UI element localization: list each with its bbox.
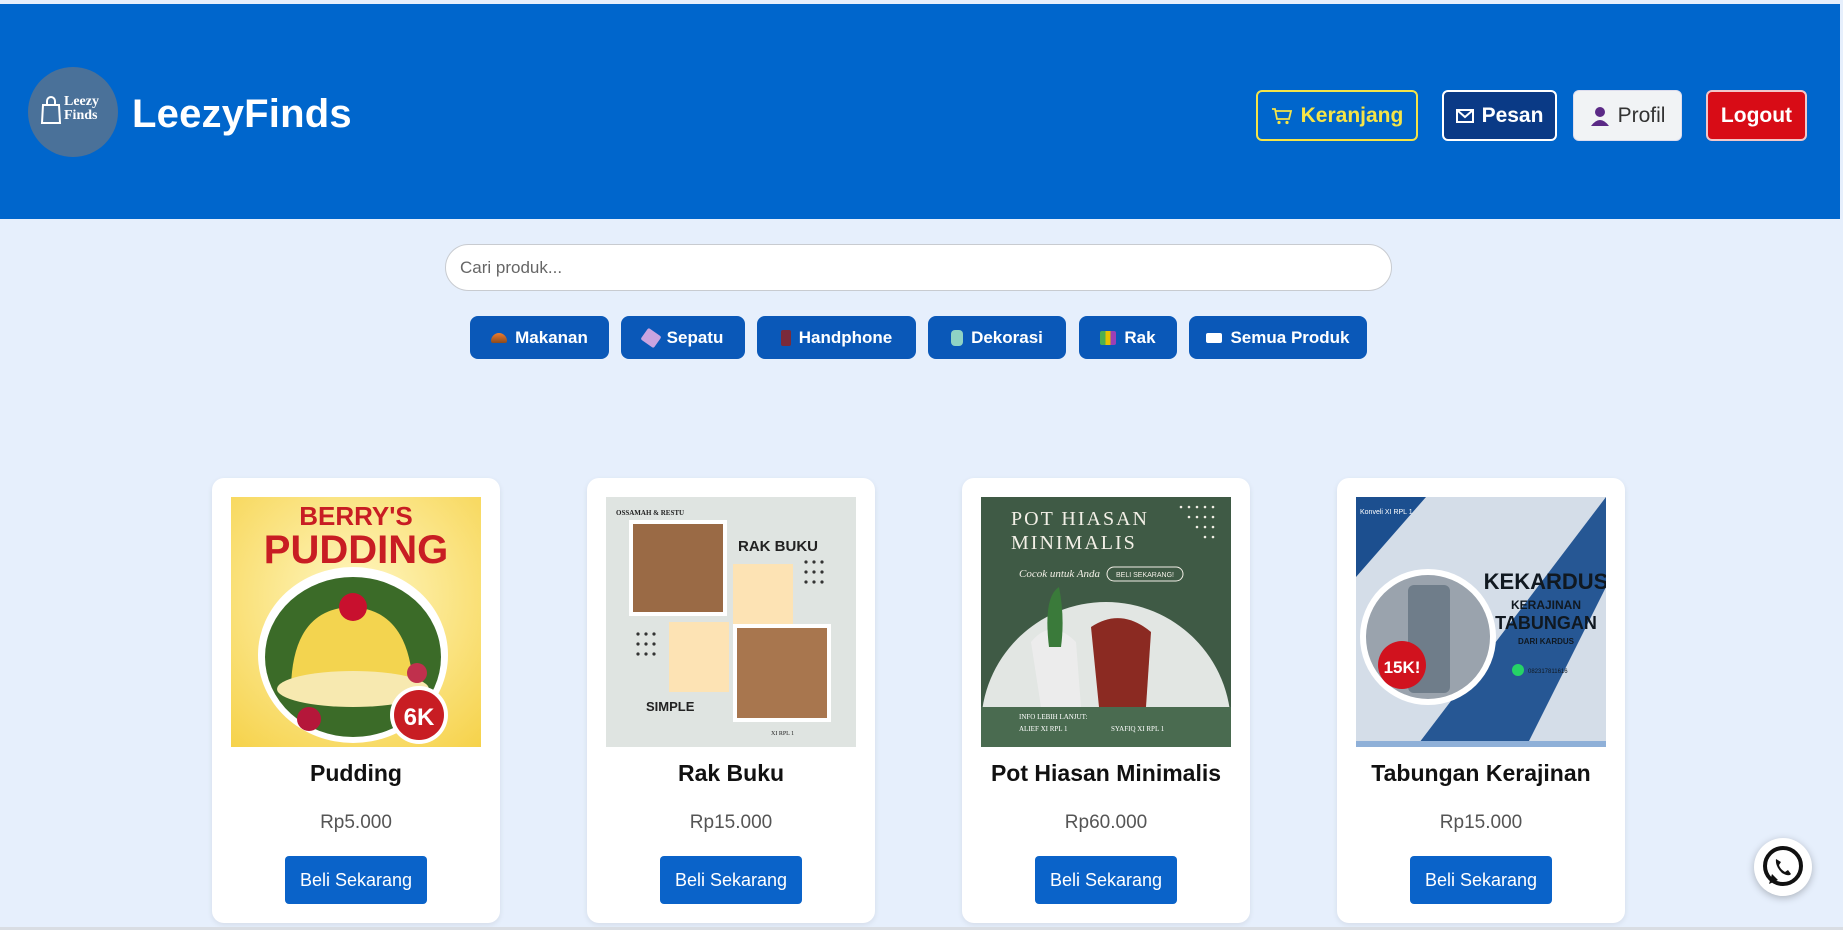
svg-text:Konveli XI RPL 1: Konveli XI RPL 1 — [1360, 509, 1413, 516]
food-icon — [491, 332, 508, 343]
svg-text:OSSAMAH & RESTU: OSSAMAH & RESTU — [616, 509, 684, 517]
envelope-icon — [1455, 108, 1474, 123]
bed-icon — [1206, 332, 1223, 343]
logo-text: Leezy Finds — [64, 94, 99, 123]
search-input[interactable] — [445, 244, 1392, 291]
product-price: Rp5.000 — [320, 812, 392, 833]
user-icon — [1590, 106, 1609, 126]
product-image[interactable]: BERRY'S PUDDING 6K — [231, 497, 481, 747]
category-makanan[interactable]: Makanan — [470, 316, 609, 359]
product-card[interactable]: POT HIASAN MINIMALIS Cocok untuk Anda BE… — [962, 478, 1250, 923]
category-rak[interactable]: Rak — [1079, 316, 1177, 359]
header-bar: Leezy Finds LeezyFinds Keranjang Pesan P… — [0, 4, 1840, 219]
svg-text:DARI KARDUS: DARI KARDUS — [1518, 637, 1575, 646]
product-card[interactable]: OSSAMAH & RESTU RAK BUKU SIMPLE XI RPL 1… — [587, 478, 875, 923]
category-label: Rak — [1124, 327, 1156, 347]
product-card[interactable]: Konveli XI RPL 1 KEKARDUS KERAJINAN TABU… — [1337, 478, 1625, 923]
svg-text:15K!: 15K! — [1384, 658, 1421, 677]
whatsapp-button[interactable] — [1754, 838, 1812, 896]
product-price: Rp15.000 — [1439, 812, 1523, 833]
books-icon — [1100, 330, 1117, 345]
category-sepatu[interactable]: Sepatu — [621, 316, 745, 359]
category-label: Handphone — [798, 327, 893, 347]
svg-text:INFO LEBIH LANJUT:: INFO LEBIH LANJUT: — [1019, 713, 1088, 721]
product-image[interactable]: Konveli XI RPL 1 KEKARDUS KERAJINAN TABU… — [1356, 497, 1606, 747]
svg-text:TABUNGAN: TABUNGAN — [1495, 613, 1597, 633]
cart-button[interactable]: Keranjang — [1256, 90, 1418, 141]
product-card[interactable]: BERRY'S PUDDING 6K Pudding Rp5.000 Beli … — [212, 478, 500, 923]
product-name[interactable]: Pot Hiasan Minimalis — [962, 760, 1250, 787]
svg-text:KEKARDUS: KEKARDUS — [1484, 569, 1606, 594]
profile-label: Profil — [1617, 103, 1666, 127]
buy-now-button[interactable]: Beli Sekarang — [1410, 856, 1552, 904]
product-image[interactable]: POT HIASAN MINIMALIS Cocok untuk Anda BE… — [981, 497, 1231, 747]
brand-name[interactable]: LeezyFinds — [132, 92, 352, 137]
decoration-icon — [951, 329, 964, 346]
category-label: Semua Produk — [1230, 327, 1350, 347]
buy-now-button[interactable]: Beli Sekarang — [1035, 856, 1177, 904]
buy-now-button[interactable]: Beli Sekarang — [660, 856, 802, 904]
svg-text:BERRY'S: BERRY'S — [299, 501, 413, 531]
svg-text:SYAFIQ XI RPL 1: SYAFIQ XI RPL 1 — [1111, 725, 1165, 733]
category-handphone[interactable]: Handphone — [757, 316, 916, 359]
svg-text:082317811616: 082317811616 — [1528, 669, 1568, 675]
whatsapp-icon — [1763, 846, 1803, 886]
svg-text:Cocok untuk Anda: Cocok untuk Anda — [1019, 568, 1101, 580]
product-image[interactable]: OSSAMAH & RESTU RAK BUKU SIMPLE XI RPL 1 — [606, 497, 856, 747]
category-semua-produk[interactable]: Semua Produk — [1189, 316, 1367, 359]
svg-text:6K: 6K — [404, 704, 435, 731]
shoe-icon — [640, 327, 662, 348]
product-price: Rp60.000 — [1064, 812, 1148, 833]
product-price: Rp15.000 — [689, 812, 773, 833]
svg-text:KERAJINAN: KERAJINAN — [1511, 598, 1581, 612]
cart-icon — [1271, 107, 1292, 124]
svg-text:MINIMALIS: MINIMALIS — [1011, 532, 1137, 554]
svg-text:BELI SEKARANG!: BELI SEKARANG! — [1116, 572, 1174, 579]
messages-button[interactable]: Pesan — [1442, 90, 1557, 141]
svg-text:POT HIASAN: POT HIASAN — [1011, 508, 1149, 530]
cart-label: Keranjang — [1300, 103, 1404, 127]
messages-label: Pesan — [1481, 103, 1544, 127]
product-name[interactable]: Rak Buku — [587, 760, 875, 787]
product-name[interactable]: Tabungan Kerajinan — [1337, 760, 1625, 787]
category-label: Makanan — [515, 327, 588, 347]
buy-now-button[interactable]: Beli Sekarang — [285, 856, 427, 904]
svg-text:RAK BUKU: RAK BUKU — [738, 538, 818, 555]
category-label: Dekorasi — [971, 327, 1043, 347]
svg-text:XI RPL 1: XI RPL 1 — [771, 731, 794, 737]
phone-icon — [780, 329, 791, 346]
svg-text:PUDDING: PUDDING — [264, 528, 448, 572]
product-name[interactable]: Pudding — [212, 760, 500, 787]
logout-button[interactable]: Logout — [1706, 90, 1807, 141]
profile-button[interactable]: Profil — [1573, 90, 1682, 141]
category-dekorasi[interactable]: Dekorasi — [928, 316, 1066, 359]
category-label: Sepatu — [666, 327, 724, 347]
shopping-bag-icon — [40, 96, 62, 124]
svg-text:SIMPLE: SIMPLE — [646, 699, 695, 714]
svg-text:ALIEF XI RPL 1: ALIEF XI RPL 1 — [1019, 725, 1068, 733]
logo[interactable]: Leezy Finds — [28, 67, 118, 157]
